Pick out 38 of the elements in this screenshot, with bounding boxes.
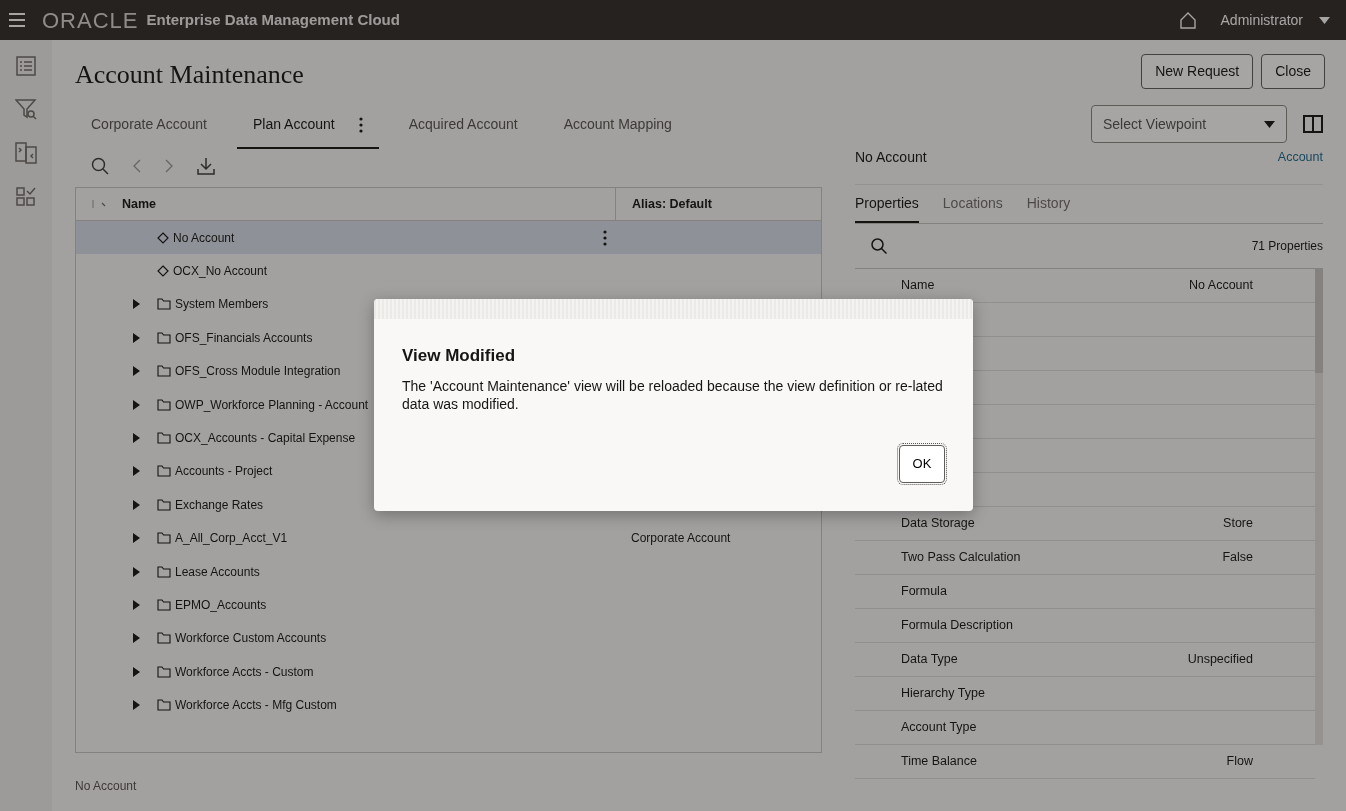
property-value: Store <box>1223 515 1253 533</box>
product-name: Enterprise Data Management Cloud <box>146 9 400 30</box>
tree-node-label: System Members <box>175 296 269 314</box>
tree-node-label: OWP_Workforce Planning - Account <box>175 396 369 414</box>
property-label: Name <box>901 277 935 295</box>
status-text: No Account <box>75 778 138 795</box>
tree-node-label: OCX_No Account <box>173 263 268 281</box>
tree-node-label: OFS_Cross Module Integration <box>175 363 341 381</box>
property-label: Two Pass Calculation <box>901 549 1021 567</box>
property-value: No Account <box>1189 277 1253 295</box>
tree-node-label: Workforce Custom Accounts <box>175 630 327 648</box>
property-label: Data Type <box>901 651 958 669</box>
tree-node-label: Lease Accounts <box>175 563 260 581</box>
property-label: Formula <box>901 583 947 601</box>
property-label: Hierarchy Type <box>901 685 985 703</box>
tree-node-label: EPMO_Accounts <box>175 597 267 614</box>
tree-node-label: OFS_Financials Accounts <box>175 329 313 347</box>
tree-node-label: A_All_Corp_Acct_V1 <box>175 530 288 548</box>
tree-node-label: Exchange Rates <box>175 496 264 514</box>
dialog-message: The 'Account Maintenance' view will be reloaded because the view definition or re-lated data was modified. <box>402 376 944 415</box>
property-label: Time Balance <box>901 753 977 771</box>
property-value: Unspecified <box>1187 651 1253 669</box>
node-name: No Account <box>855 148 927 167</box>
property-value: Flow <box>1226 753 1253 771</box>
property-label: Data Storage <box>901 515 975 533</box>
alias-cell: Corporate Account <box>631 531 731 546</box>
dialog-title: View Modified <box>402 345 517 367</box>
tree-node-label: Accounts - Project <box>175 463 273 481</box>
tree-node-label: OCX_Accounts - Capital Expense <box>175 430 356 448</box>
tree-node-label: No Account <box>173 229 235 247</box>
tree-node-label: Workforce Accts - Mfg Custom <box>175 697 337 715</box>
brand-logo: ORACLE <box>42 6 139 35</box>
page-title: Account Maintenance <box>75 62 304 88</box>
property-label: Formula Description <box>901 617 1013 635</box>
property-label: Account Type <box>901 719 977 737</box>
property-value: False <box>1222 549 1253 567</box>
property-count: 71 Properties <box>1251 238 1323 255</box>
tree-node-label: Workforce Accts - Custom <box>175 663 314 681</box>
